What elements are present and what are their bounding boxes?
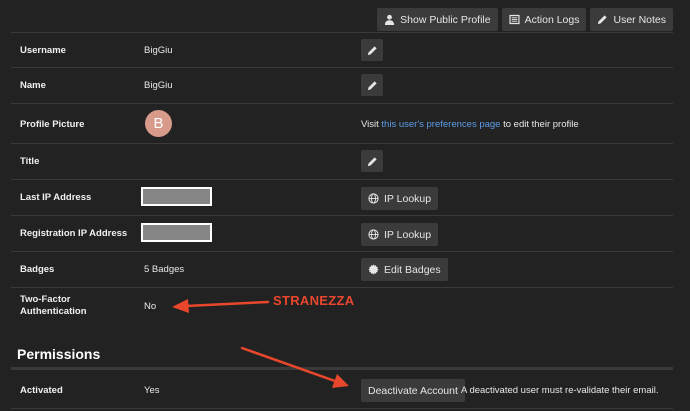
show-public-profile-button[interactable]: Show Public Profile — [377, 8, 498, 31]
two-factor-value: No — [144, 301, 157, 312]
registration-ip-row: Registration IP Address IP Lookup — [11, 216, 673, 252]
user-notes-button[interactable]: User Notes — [590, 8, 673, 31]
name-value: BigGiu — [144, 80, 173, 91]
registration-ip-lookup-button[interactable]: IP Lookup — [361, 223, 439, 246]
avatar[interactable]: B — [145, 110, 172, 137]
name-label: Name — [20, 80, 46, 91]
last-ip-redacted — [141, 187, 212, 206]
list-icon — [509, 14, 520, 25]
activated-value: Yes — [144, 385, 160, 396]
registration-ip-label: Registration IP Address — [20, 228, 128, 239]
section-divider — [11, 367, 673, 370]
avatar-letter: B — [153, 115, 164, 132]
permissions-heading: Permissions — [17, 346, 101, 362]
show-public-profile-label: Show Public Profile — [400, 13, 491, 26]
last-ip-lookup-button[interactable]: IP Lookup — [361, 187, 439, 210]
profile-picture-note: Visit this user's preferences page to ed… — [361, 119, 579, 130]
deactivate-account-label: Deactivate Account — [368, 384, 458, 397]
pencil-icon — [367, 45, 377, 55]
gear-icon — [368, 264, 379, 275]
badges-row: Badges 5 Badges Edit Badges — [11, 252, 673, 288]
stranezza-annotation: STRANEZZA — [273, 293, 355, 308]
last-ip-label: Last IP Address — [20, 192, 92, 203]
username-label: Username — [20, 45, 66, 56]
badges-label: Badges — [20, 264, 55, 275]
title-row: Title — [11, 144, 673, 180]
profile-picture-row: Profile Picture B Visit this user's pref… — [11, 104, 673, 144]
profile-toolbar: Show Public Profile Action Logs User Not… — [377, 8, 673, 31]
registration-ip-lookup-label: IP Lookup — [384, 228, 432, 241]
edit-username-button[interactable] — [361, 39, 383, 61]
edit-name-button[interactable] — [361, 74, 383, 96]
edit-badges-button[interactable]: Edit Badges — [361, 258, 448, 281]
name-row: Name BigGiu — [11, 68, 673, 104]
activated-row: Activated Yes Deactivate Account A deact… — [11, 371, 673, 409]
pencil-icon — [598, 15, 608, 25]
registration-ip-redacted — [141, 223, 212, 242]
title-label: Title — [20, 156, 40, 167]
preferences-page-link[interactable]: this user's preferences page — [381, 119, 500, 130]
note-prefix: Visit — [361, 119, 379, 130]
two-factor-label: Two-Factor Authentication — [20, 294, 87, 317]
last-ip-row: Last IP Address IP Lookup — [11, 180, 673, 216]
username-row: Username BigGiu — [11, 32, 673, 68]
globe-icon — [368, 193, 379, 204]
activated-label: Activated — [20, 385, 63, 396]
username-value: BigGiu — [144, 45, 173, 56]
deactivate-note: A deactivated user must re-validate thei… — [461, 385, 659, 396]
deactivate-account-button[interactable]: Deactivate Account — [361, 379, 465, 402]
pencil-icon — [367, 80, 377, 90]
note-suffix: to edit their profile — [503, 119, 579, 130]
user-notes-label: User Notes — [613, 13, 666, 26]
edit-badges-label: Edit Badges — [384, 263, 441, 276]
action-logs-label: Action Logs — [524, 13, 580, 26]
last-ip-lookup-label: IP Lookup — [384, 192, 432, 205]
pencil-icon — [367, 156, 377, 166]
edit-title-button[interactable] — [361, 150, 383, 172]
globe-icon — [368, 229, 379, 240]
action-logs-button[interactable]: Action Logs — [501, 8, 587, 31]
user-icon — [385, 14, 395, 25]
profile-picture-label: Profile Picture — [20, 119, 85, 130]
badges-value: 5 Badges — [144, 264, 185, 275]
